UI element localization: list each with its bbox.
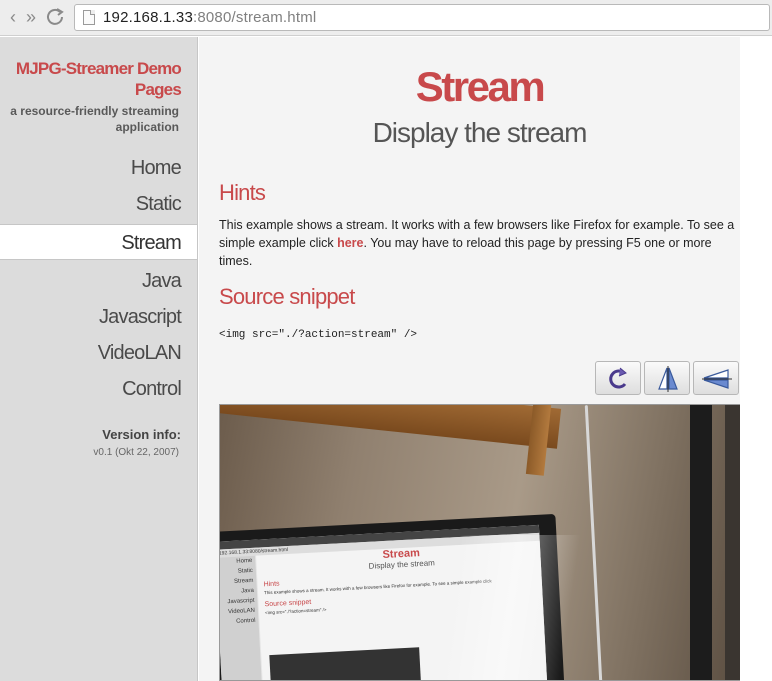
flip-horizontal-button[interactable] [693,361,739,395]
flip-vertical-icon [658,366,678,392]
rotate-icon [609,367,627,389]
browser-toolbar: ‹ » 192.168.1.33:8080/stream.html [0,0,772,36]
sidebar: MJPG-Streamer Demo Pages a resource-frie… [0,37,198,681]
light-glare [439,535,581,680]
rotate-button[interactable] [595,361,641,395]
sidebar-item-stream[interactable]: Stream [0,224,197,260]
page-title: Stream [415,63,546,110]
flip-vertical-button[interactable] [644,361,690,395]
video-stream: 192.168.1.33:8080/stream.html Home Stati… [219,404,742,681]
sidebar-item-home[interactable]: Home [0,150,197,186]
screen-side-item: Control [236,617,256,625]
site-tagline: a resource-friendly streaming applicatio… [10,104,179,134]
site-brand[interactable]: MJPG-Streamer Demo Pages [1,58,182,100]
right-gutter [740,37,772,681]
snippet-heading: Source snippet [219,284,355,309]
reload-icon[interactable] [44,6,66,28]
monitor-stand [690,405,712,680]
sidebar-item-videolan[interactable]: VideoLAN [0,335,197,371]
version-label: Version info: [102,427,181,442]
hints-heading: Hints [219,180,266,205]
address-bar[interactable]: 192.168.1.33:8080/stream.html [74,4,770,31]
url-text[interactable]: 192.168.1.33:8080/stream.html [103,9,316,26]
here-link[interactable]: here [337,236,363,250]
sidebar-item-java[interactable]: Java [0,263,197,299]
screen-nested-stream [269,647,422,680]
page-subtitle: Display the stream [372,117,588,148]
hints-paragraph: This example shows a stream. It works wi… [219,218,735,268]
forward-history-icon[interactable]: » [20,6,42,28]
flip-horizontal-icon [702,369,732,389]
sidebar-item-control[interactable]: Control [0,371,197,407]
version-value: v0.1 (Okt 22, 2007) [93,447,179,458]
sidebar-item-javascript[interactable]: Javascript [0,299,197,335]
snippet-code: <img src="./?action=stream" /> [219,329,418,341]
sidebar-item-static[interactable]: Static [0,186,197,222]
page-icon [83,10,95,25]
main-content: Stream Display the stream Hints This exa… [199,37,742,681]
